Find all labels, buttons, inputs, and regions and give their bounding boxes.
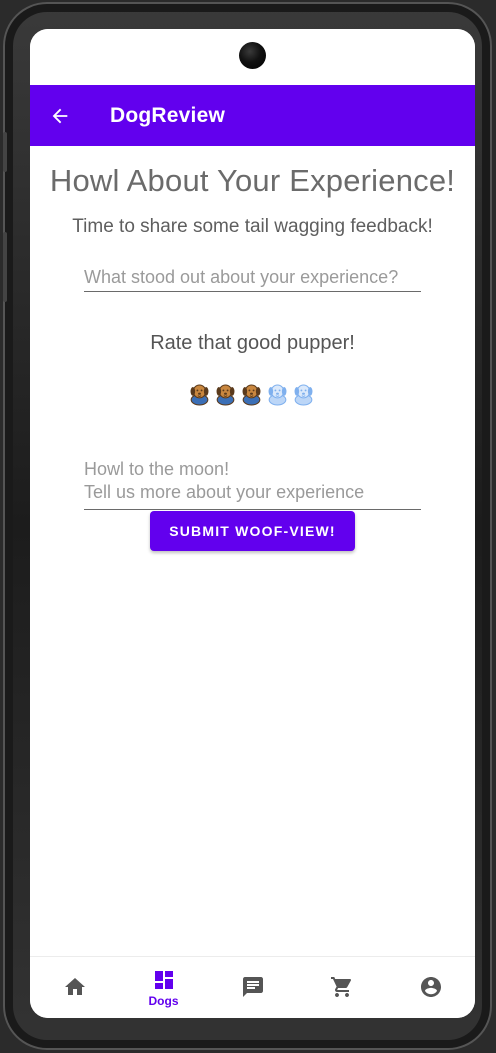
dog-icon[interactable]	[239, 381, 264, 406]
app-bar: DogReview	[30, 85, 475, 146]
nav-item-account[interactable]	[386, 957, 475, 1018]
phone-screen: DogReview Howl About Your Experience! Ti…	[30, 29, 475, 1018]
page-subtitle: Time to share some tail wagging feedback…	[72, 216, 433, 237]
dog-rating[interactable]	[187, 381, 316, 406]
dog-icon[interactable]	[213, 381, 238, 406]
details-textarea[interactable]	[84, 458, 421, 510]
highlight-input[interactable]	[84, 265, 421, 292]
app-title: DogReview	[110, 103, 225, 127]
dashboard-icon	[154, 970, 173, 989]
phone-side-button	[3, 232, 7, 302]
rating-label: Rate that good pupper!	[150, 332, 355, 354]
status-bar	[30, 29, 475, 85]
arrow-back-icon	[52, 108, 68, 123]
back-button[interactable]	[32, 88, 88, 144]
nav-item-dogs[interactable]: Dogs	[119, 957, 208, 1018]
chat-icon	[242, 976, 263, 997]
nav-item-cart[interactable]	[297, 957, 386, 1018]
submit-button[interactable]: SUBMIT WOOF-VIEW!	[150, 511, 355, 551]
account-icon	[420, 976, 441, 997]
nav-label: Dogs	[148, 993, 179, 1008]
nav-item-home[interactable]	[30, 957, 119, 1018]
dog-icon[interactable]	[265, 381, 290, 406]
phone-side-button	[3, 132, 7, 172]
phone-frame: DogReview Howl About Your Experience! Ti…	[3, 2, 492, 1050]
camera-icon	[239, 42, 266, 69]
cart-icon	[330, 976, 351, 997]
dog-icon[interactable]	[291, 381, 316, 406]
page-title: Howl About Your Experience!	[49, 163, 456, 198]
nav-item-messages[interactable]	[208, 957, 297, 1018]
home-icon	[64, 977, 85, 995]
dog-icon[interactable]	[187, 381, 212, 406]
bottom-navigation: Dogs	[30, 956, 475, 1018]
